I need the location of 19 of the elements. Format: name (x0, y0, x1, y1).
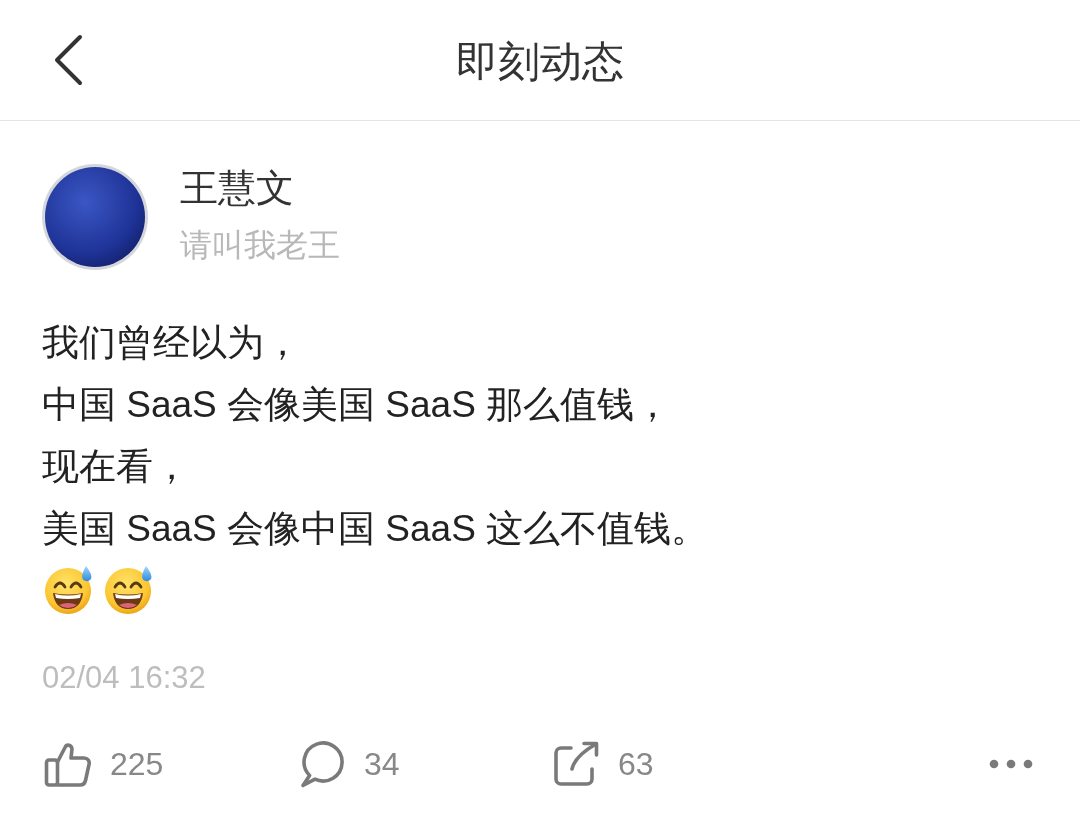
avatar[interactable] (41, 163, 149, 271)
author-name[interactable]: 王慧文 (180, 165, 294, 211)
post-text-line: 中国 SaaS 会像美国 SaaS 那么值钱， (42, 383, 672, 427)
like-count: 225 (110, 745, 164, 784)
post-text-line: 现在看， (42, 445, 190, 489)
more-icon[interactable] (988, 758, 1034, 770)
post-timestamp: 02/04 16:32 (42, 659, 206, 697)
post-text-line: 我们曾经以为， (42, 321, 301, 365)
sweat-smile-emoji-icon (44, 565, 94, 615)
author-handle: 请叫我老王 (180, 226, 340, 265)
speech-bubble-icon[interactable] (298, 740, 346, 788)
comment-count: 34 (364, 745, 400, 784)
thumbs-up-icon[interactable] (44, 740, 92, 788)
post-text-line: 美国 SaaS 会像中国 SaaS 这么不值钱。 (42, 507, 709, 551)
sweat-smile-emoji-icon (104, 565, 154, 615)
page-title: 即刻动态 (456, 37, 624, 87)
back-chevron-icon (52, 34, 84, 86)
share-icon[interactable] (552, 740, 600, 788)
share-count: 63 (618, 745, 654, 784)
